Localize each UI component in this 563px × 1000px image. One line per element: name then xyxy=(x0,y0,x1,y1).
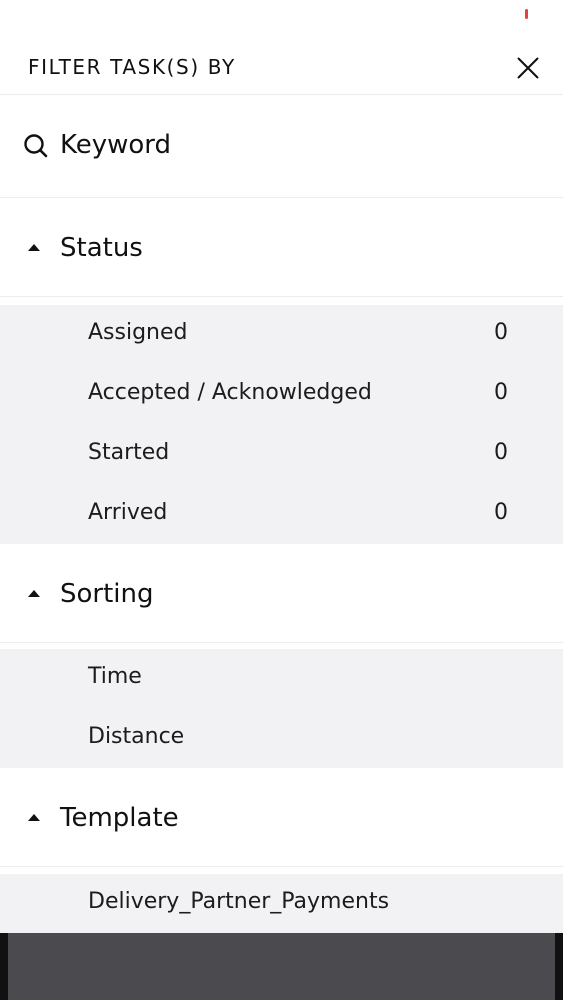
status-option-accepted[interactable]: Accepted / Acknowledged 0 xyxy=(0,365,563,425)
keyword-label: Keyword xyxy=(60,130,172,160)
section-header-status[interactable]: Status xyxy=(0,198,563,297)
section-header-template[interactable]: Template xyxy=(0,768,563,867)
status-indicator-dot xyxy=(525,9,528,19)
close-icon xyxy=(517,57,539,79)
section-title-status: Status xyxy=(60,233,143,263)
list-item-count: 0 xyxy=(494,440,508,465)
list-item-label: Accepted / Acknowledged xyxy=(88,380,372,405)
sorting-options-panel: Time Distance xyxy=(0,649,563,768)
list-item-label: Delivery_Partner_Payments xyxy=(88,889,390,914)
caret-up-icon xyxy=(28,814,40,821)
search-icon xyxy=(23,133,49,159)
caret-up-icon xyxy=(28,244,40,251)
filter-header: FILTER TASK(S) BY xyxy=(0,38,563,95)
list-item-count: 0 xyxy=(494,500,508,525)
section-title-template: Template xyxy=(60,803,179,833)
list-item-label: Started xyxy=(88,440,170,465)
keyword-search-field[interactable]: Keyword xyxy=(0,95,563,198)
status-option-started[interactable]: Started 0 xyxy=(0,425,563,485)
template-option-delivery-partner-payments[interactable]: Delivery_Partner_Payments xyxy=(0,874,563,934)
page-title: FILTER TASK(S) BY xyxy=(28,55,236,79)
sorting-option-distance[interactable]: Distance xyxy=(0,709,563,769)
sorting-option-time[interactable]: Time xyxy=(0,649,563,709)
list-item-label: Arrived xyxy=(88,500,168,525)
template-options-panel: Delivery_Partner_Payments xyxy=(0,874,563,933)
caret-up-icon xyxy=(28,590,40,597)
bottom-action-bar xyxy=(0,933,563,1000)
list-item-count: 0 xyxy=(494,320,508,345)
bottom-action-area[interactable] xyxy=(8,933,555,1000)
status-options-panel: Assigned 0 Accepted / Acknowledged 0 Sta… xyxy=(0,305,563,544)
status-option-assigned[interactable]: Assigned 0 xyxy=(0,305,563,365)
section-title-sorting: Sorting xyxy=(60,579,154,609)
list-item-label: Assigned xyxy=(88,320,188,345)
list-item-label: Time xyxy=(88,664,142,689)
status-option-arrived[interactable]: Arrived 0 xyxy=(0,485,563,545)
list-item-count: 0 xyxy=(494,380,508,405)
list-item-label: Distance xyxy=(88,724,185,749)
close-button[interactable] xyxy=(512,52,544,84)
section-header-sorting[interactable]: Sorting xyxy=(0,544,563,643)
